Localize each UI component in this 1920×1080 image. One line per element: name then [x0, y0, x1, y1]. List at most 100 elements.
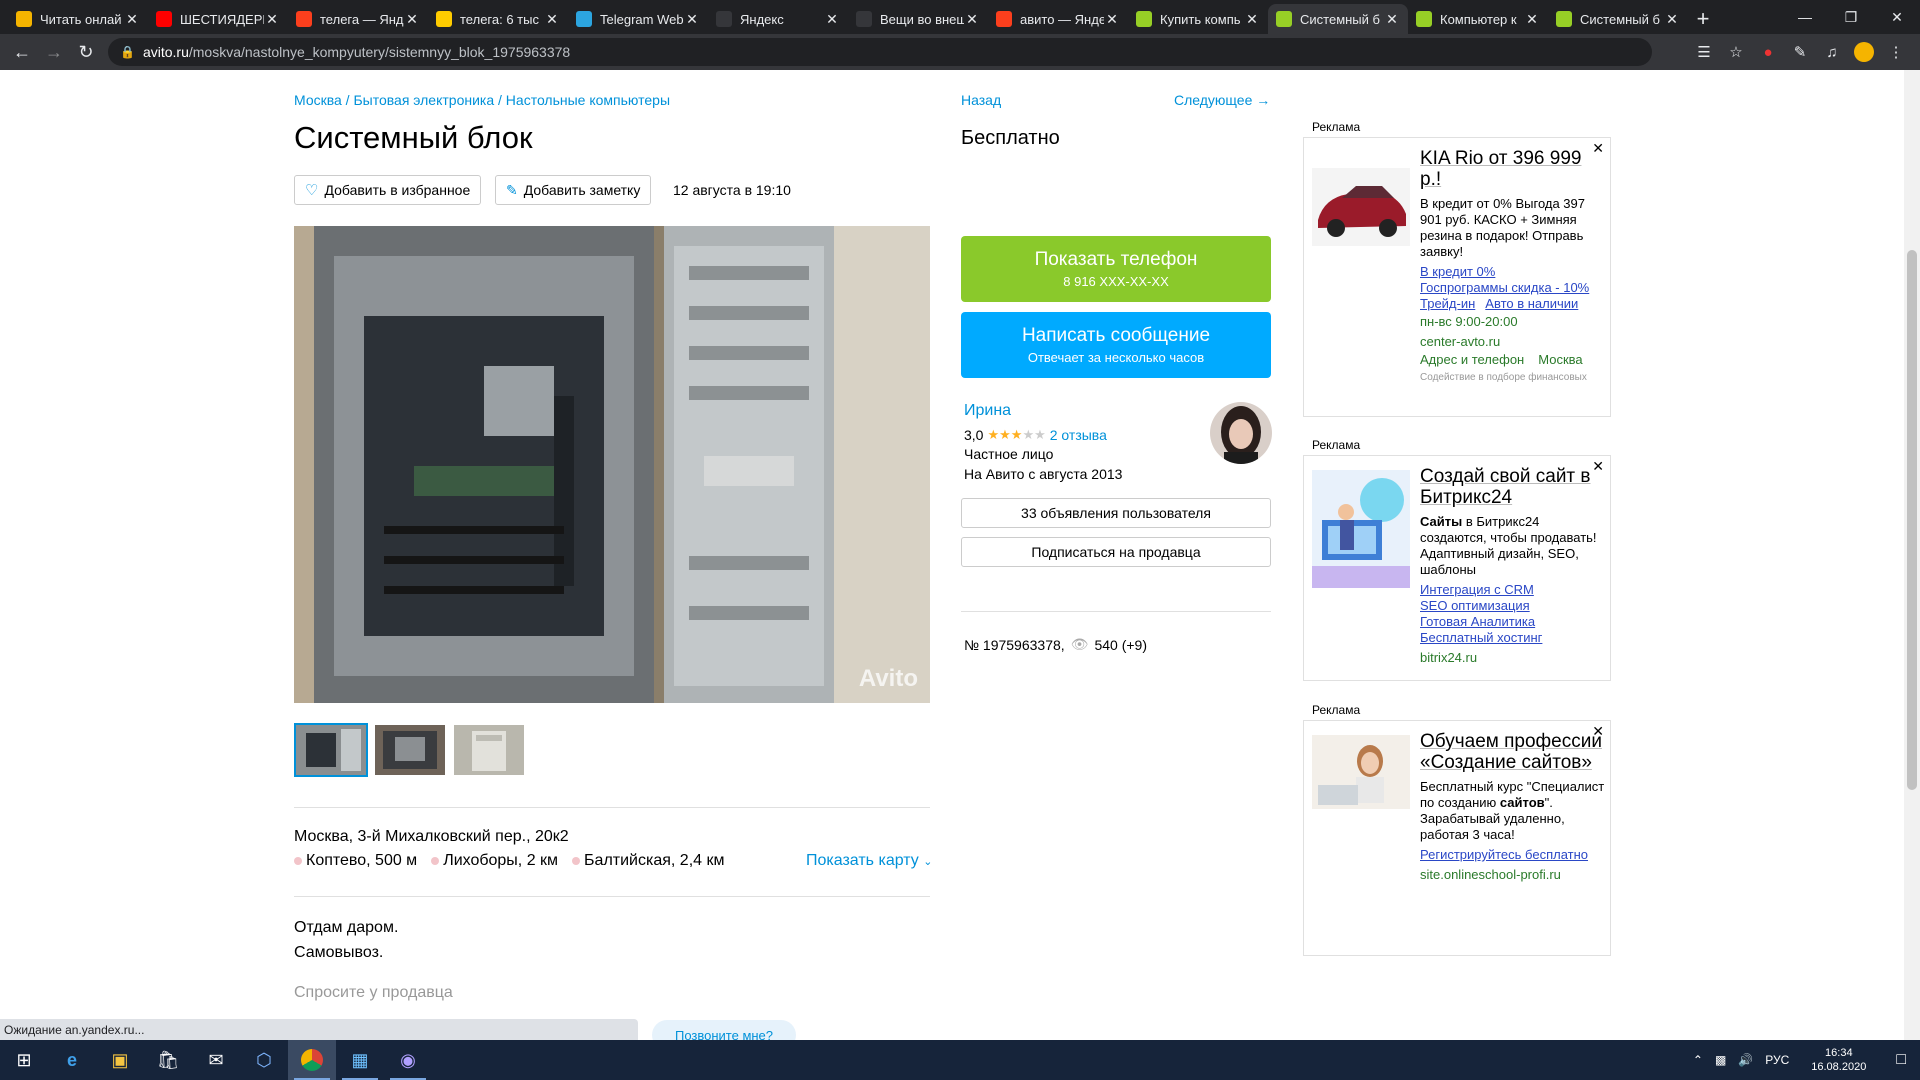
subscribe-seller-button[interactable]: Подписаться на продавца	[961, 537, 1271, 567]
ad-link[interactable]: Трейд-ин	[1420, 296, 1475, 312]
tab-title: Вещи во внеш	[880, 11, 964, 27]
plus-icon	[856, 11, 872, 27]
ad-link[interactable]: Готовая Аналитика	[1420, 614, 1606, 630]
ad-link[interactable]: Бесплатный хостинг	[1420, 630, 1606, 646]
close-tab-icon[interactable]: ✕	[684, 11, 700, 28]
browser-tab[interactable]: Яндекс ✕	[708, 4, 848, 34]
browser-tab[interactable]: Telegram Web ✕	[568, 4, 708, 34]
close-tab-icon[interactable]: ✕	[544, 11, 560, 28]
chevron-up-icon[interactable]: ⌃	[1687, 1053, 1709, 1067]
main-photo[interactable]: Avito	[294, 226, 930, 703]
browser-tab[interactable]: Купить компь ✕	[1128, 4, 1268, 34]
extensions-puzzle-icon[interactable]: ✎	[1784, 36, 1816, 68]
ad-domain[interactable]: center-avto.ru	[1420, 334, 1606, 350]
ad-link[interactable]: Регистрируйтесь бесплатно	[1420, 847, 1606, 863]
browser-tab[interactable]: авито — Янде ✕	[988, 4, 1128, 34]
breadcrumb[interactable]: Москва / Бытовая электроника / Настольны…	[294, 92, 670, 108]
edge-icon[interactable]: e	[48, 1040, 96, 1080]
translate-icon[interactable]: ☰	[1688, 36, 1720, 68]
description-line: Самовывоз.	[294, 944, 384, 961]
ad-link[interactable]: Госпрограммы скидка - 10%	[1420, 280, 1606, 296]
close-tab-icon[interactable]: ✕	[1244, 11, 1260, 28]
file-explorer-icon[interactable]: ▣	[96, 1040, 144, 1080]
close-tab-icon[interactable]: ✕	[264, 11, 280, 28]
ad-domain[interactable]: site.onlineschool-profi.ru	[1420, 867, 1606, 883]
next-link[interactable]: Следующее →	[1174, 92, 1270, 108]
ad-block-kia[interactable]: ✕ KIA Rio от 396 999 р.! В кредит от 0% …	[1303, 137, 1611, 417]
close-tab-icon[interactable]: ✕	[1104, 11, 1120, 28]
thumbnail[interactable]	[294, 723, 368, 777]
browser-tab[interactable]: Системный б ✕	[1548, 4, 1688, 34]
ad-link[interactable]: Авто в наличии	[1485, 296, 1578, 312]
notifications-icon[interactable]: □	[1882, 1051, 1920, 1069]
write-message-button[interactable]: Написать сообщение Отвечает за несколько…	[961, 312, 1271, 378]
add-note-button[interactable]: ✎ Добавить заметку	[495, 175, 652, 205]
bookmark-star-icon[interactable]: ☆	[1720, 36, 1752, 68]
close-tab-icon[interactable]: ✕	[824, 11, 840, 28]
ad-block-school[interactable]: ✕ Обучаем профессии «Создание сайтов» Бе…	[1303, 720, 1611, 956]
thumbnail[interactable]	[373, 723, 447, 777]
close-tab-icon[interactable]: ✕	[964, 11, 980, 28]
ad-link[interactable]: Интеграция с CRM	[1420, 582, 1606, 598]
store-icon[interactable]: 🛍	[144, 1040, 192, 1080]
ad-extra[interactable]: Москва	[1538, 352, 1582, 368]
page-scrollbar[interactable]	[1904, 70, 1920, 1040]
browser-tab[interactable]: Системный б ✕	[1268, 4, 1408, 34]
language-indicator[interactable]: РУС	[1759, 1053, 1795, 1067]
ad-extra[interactable]: Адрес и телефон	[1420, 352, 1524, 368]
ad-title[interactable]: Создай свой сайт в Битрикс24	[1420, 466, 1606, 508]
browser-tab[interactable]: Читать онлай ✕	[8, 4, 148, 34]
add-favorite-button[interactable]: ♡ Добавить в избранное	[294, 175, 482, 205]
ad-domain[interactable]: bitrix24.ru	[1420, 650, 1606, 666]
scrollbar-thumb[interactable]	[1907, 250, 1917, 790]
ad-title[interactable]: KIA Rio от 396 999 р.!	[1420, 148, 1606, 190]
ad-block-bitrix[interactable]: ✕ Создай свой сайт в Битрикс24 Сайты в Б…	[1303, 455, 1611, 681]
menu-dots-icon[interactable]: ⋮	[1880, 36, 1912, 68]
back-link[interactable]: Назад	[961, 92, 1001, 108]
show-phone-button[interactable]: Показать телефон 8 916 XXX-XX-XX	[961, 236, 1271, 302]
reviews-link[interactable]: 2 отзыва	[1050, 427, 1107, 443]
profile-avatar-icon[interactable]	[1848, 36, 1880, 68]
maximize-icon[interactable]: ❐	[1828, 0, 1874, 34]
start-windows-icon[interactable]: ⊞	[0, 1040, 48, 1080]
app-window-icon[interactable]: ▦	[336, 1040, 384, 1080]
close-tab-icon[interactable]: ✕	[1524, 11, 1540, 28]
reload-icon[interactable]: ↻	[70, 36, 102, 68]
browser-tab[interactable]: Вещи во внеш ✕	[848, 4, 988, 34]
page-title: Системный блок	[294, 120, 533, 155]
volume-icon[interactable]: 🔊	[1732, 1053, 1759, 1067]
close-tab-icon[interactable]: ✕	[404, 11, 420, 28]
browser-tab[interactable]: Компьютер к ✕	[1408, 4, 1548, 34]
address-bar[interactable]: 🔒 avito.ru /moskva/nastolnye_kompyutery/…	[108, 38, 1652, 66]
network-icon[interactable]: ▩	[1709, 1053, 1732, 1067]
ad-title[interactable]: Обучаем профессии «Создание сайтов»	[1420, 731, 1606, 773]
close-tab-icon[interactable]: ✕	[1664, 11, 1680, 28]
minimize-icon[interactable]: —	[1782, 0, 1828, 34]
discord-like-icon[interactable]: ◉	[384, 1040, 432, 1080]
ad-link[interactable]: В кредит 0%	[1420, 264, 1606, 280]
seller-name-link[interactable]: Ирина	[964, 402, 1011, 420]
heart-icon: ♡	[305, 182, 319, 199]
call-me-button[interactable]: Позвоните мне?	[652, 1020, 796, 1040]
browser-tab[interactable]: ШЕСТИЯДЕРН ✕	[148, 4, 288, 34]
clock[interactable]: 16:34 16.08.2020	[1795, 1046, 1882, 1074]
close-tab-icon[interactable]: ✕	[124, 11, 140, 28]
ad-link[interactable]: SEO оптимизация	[1420, 598, 1606, 614]
extension-red-icon[interactable]: ●	[1752, 36, 1784, 68]
new-tab-button[interactable]: +	[1688, 4, 1718, 34]
chrome-icon[interactable]	[288, 1040, 336, 1080]
avito-icon	[1556, 11, 1572, 27]
show-map-link[interactable]: Показать карту ⌄	[806, 852, 932, 870]
mail-icon[interactable]: ✉	[192, 1040, 240, 1080]
browser-tab[interactable]: телега: 6 тыс ✕	[428, 4, 568, 34]
seller-ads-button[interactable]: 33 объявления пользователя	[961, 498, 1271, 528]
forward-arrow-icon[interactable]: →	[38, 36, 70, 68]
media-queue-icon[interactable]: ♫	[1816, 36, 1848, 68]
close-window-icon[interactable]: ✕	[1874, 0, 1920, 34]
close-tab-icon[interactable]: ✕	[1384, 11, 1400, 28]
browser-tab[interactable]: телега — Янд ✕	[288, 4, 428, 34]
thumbnail[interactable]	[452, 723, 526, 777]
back-arrow-icon[interactable]: ←	[6, 36, 38, 68]
seller-avatar[interactable]	[1210, 402, 1272, 464]
3d-viewer-icon[interactable]: ⬡	[240, 1040, 288, 1080]
